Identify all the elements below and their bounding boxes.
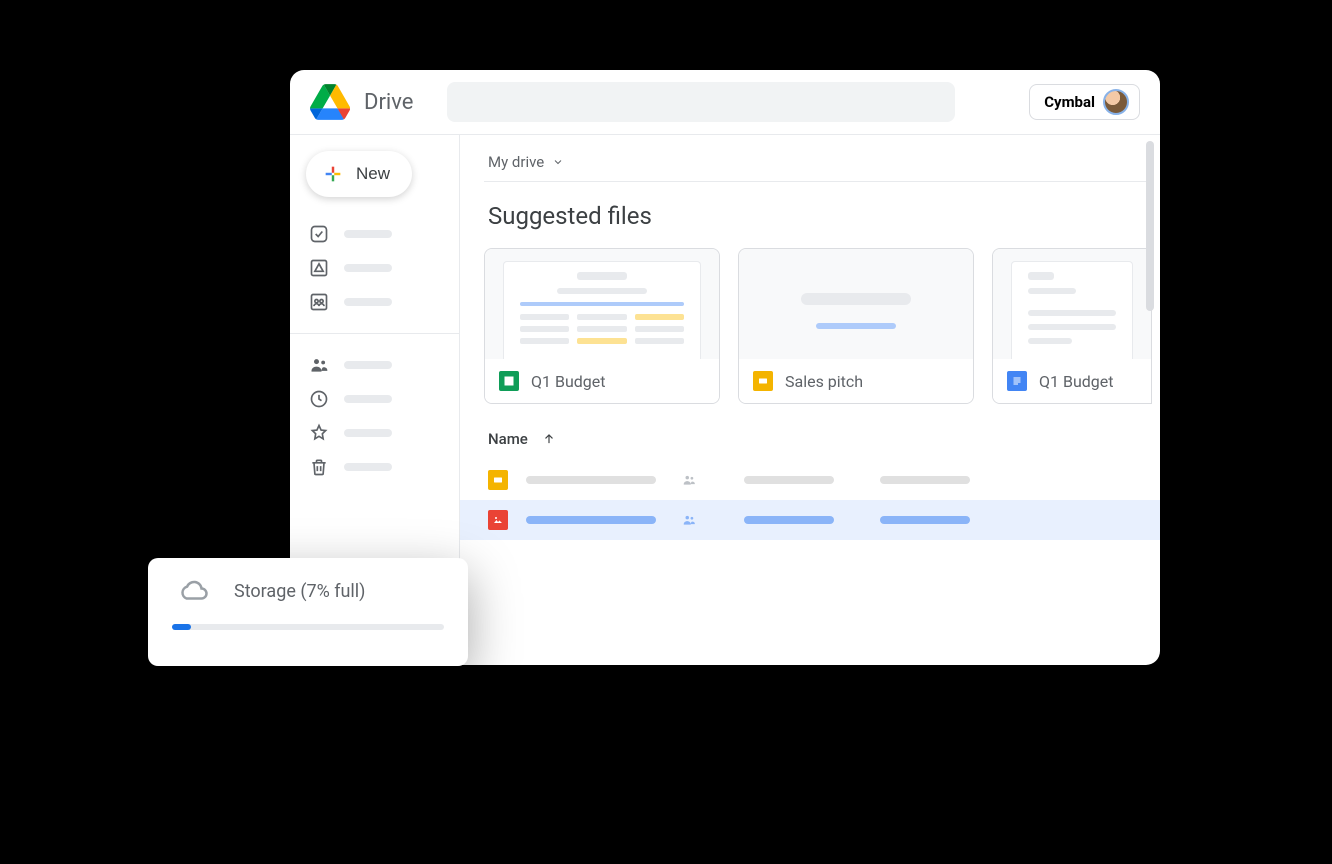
slides-icon — [753, 371, 773, 391]
sidebar-item-computers[interactable] — [306, 285, 449, 319]
suggested-card-sheet[interactable]: Q1 Budget — [484, 248, 720, 404]
app-title: Drive — [364, 90, 413, 115]
docs-icon — [1007, 371, 1027, 391]
file-label: Sales pitch — [785, 372, 863, 391]
name-column-header: Name — [488, 430, 528, 448]
sidebar-item-shared[interactable] — [306, 348, 449, 382]
suggested-cards: Q1 Budget — [484, 248, 1160, 404]
org-badge[interactable]: Cymbal — [1029, 84, 1140, 120]
storage-card[interactable]: Storage (7% full) — [148, 558, 468, 666]
breadcrumb[interactable]: My drive — [484, 153, 1146, 182]
drive-logo-icon — [310, 84, 350, 120]
cloud-icon — [172, 576, 216, 606]
new-button[interactable]: New — [306, 151, 412, 197]
star-icon — [308, 422, 330, 444]
storage-fill — [172, 624, 191, 630]
sidebar-item-priority[interactable] — [306, 217, 449, 251]
scrollbar[interactable] — [1146, 141, 1154, 311]
file-label: Q1 Budget — [531, 372, 605, 391]
main-content: My drive Suggested files — [460, 135, 1160, 665]
sidebar-item-mydrive[interactable] — [306, 251, 449, 285]
breadcrumb-label: My drive — [488, 153, 544, 171]
slides-icon — [488, 470, 508, 490]
people-icon — [680, 513, 698, 527]
drive-triangle-icon — [308, 257, 330, 279]
chevron-down-icon — [552, 156, 564, 168]
search-input[interactable] — [447, 82, 955, 122]
table-row[interactable] — [460, 460, 1160, 500]
image-icon — [488, 510, 508, 530]
table-row[interactable] — [460, 500, 1160, 540]
check-square-icon — [308, 223, 330, 245]
plus-icon — [322, 163, 344, 185]
shared-drives-icon — [308, 291, 330, 313]
new-button-label: New — [356, 164, 390, 184]
header: Drive Cymbal — [290, 70, 1160, 135]
suggested-card-doc[interactable]: Q1 Budget — [992, 248, 1152, 404]
file-label: Q1 Budget — [1039, 372, 1113, 391]
table-header[interactable]: Name — [488, 430, 1160, 448]
org-name: Cymbal — [1044, 93, 1095, 111]
sort-asc-icon — [542, 432, 556, 446]
trash-icon — [308, 456, 330, 478]
suggested-card-slide[interactable]: Sales pitch — [738, 248, 974, 404]
people-icon — [308, 354, 330, 376]
sheets-icon — [499, 371, 519, 391]
people-icon — [680, 473, 698, 487]
sidebar-item-recent[interactable] — [306, 382, 449, 416]
sidebar-item-trash[interactable] — [306, 450, 449, 484]
storage-label: Storage (7% full) — [234, 581, 365, 602]
sidebar-item-starred[interactable] — [306, 416, 449, 450]
clock-icon — [308, 388, 330, 410]
avatar[interactable] — [1103, 89, 1129, 115]
storage-bar — [172, 624, 444, 630]
suggested-title: Suggested files — [488, 202, 1160, 230]
